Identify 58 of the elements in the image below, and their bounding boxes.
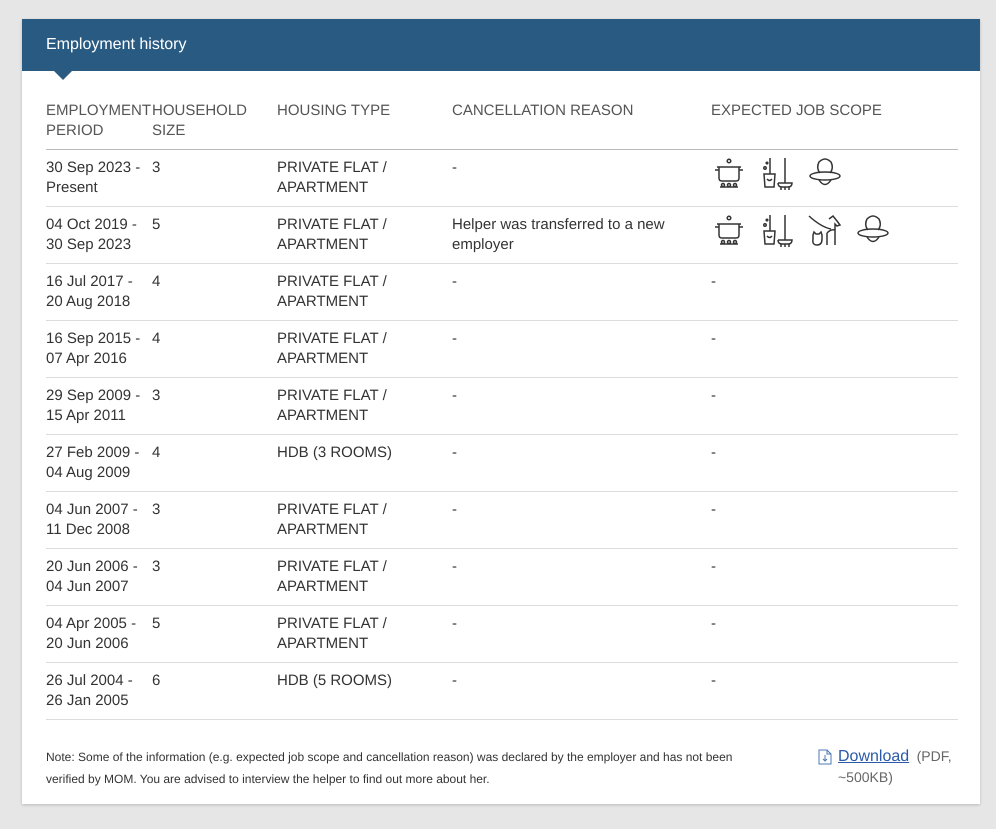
table-cell: - [452, 606, 711, 662]
download-text: Download (PDF, ~500KB) [838, 747, 953, 787]
table-cell: PRIVATE FLAT / APARTMENT [277, 320, 452, 378]
table-cell: 04 Jun 2007 - 11 Dec 2008 [46, 492, 152, 548]
table-cell: - [711, 662, 958, 720]
table-cell: - [452, 492, 711, 548]
table-cell: 4 [152, 264, 277, 320]
table-cell: PRIVATE FLAT / APARTMENT [277, 206, 452, 264]
column-header: HOUSEHOLD SIZE [152, 99, 277, 150]
table-cell: - [452, 662, 711, 720]
table-cell: - [711, 320, 958, 378]
table-cell: - [452, 150, 711, 206]
table-cell: PRIVATE FLAT / APARTMENT [277, 492, 452, 548]
table-cell: 16 Jul 2017 - 20 Aug 2018 [46, 264, 152, 320]
table-cell: 3 [152, 150, 277, 206]
disclaimer-note: Note: Some of the information (e.g. expected job scope and cancellation reason) was declared by the employer and has not been verified by MOM. You are advised to interview the helper to find out more about her. [46, 749, 734, 788]
table-cell: HDB (5 ROOMS) [277, 662, 452, 720]
column-header: CANCELLATION REASON [452, 99, 711, 150]
table-cell: - [452, 378, 711, 434]
table-cell: - [452, 320, 711, 378]
column-header: EMPLOYMENT PERIOD [46, 99, 152, 150]
table-cell: - [452, 264, 711, 320]
table-cell: PRIVATE FLAT / APARTMENT [277, 264, 452, 320]
table-cell: 3 [152, 492, 277, 548]
table-cell: 5 [152, 206, 277, 264]
table-cell: - [711, 492, 958, 548]
table-cell: 4 [152, 320, 277, 378]
table-cell: 20 Jun 2006 - 04 Jun 2007 [46, 548, 152, 606]
panel-title: Employment history [46, 36, 186, 54]
table-cell: 27 Feb 2009 - 04 Aug 2009 [46, 434, 152, 492]
download-link[interactable]: Download [838, 748, 910, 765]
table-cell: HDB (3 ROOMS) [277, 434, 452, 492]
table-cell: - [711, 434, 958, 492]
table-cell: 16 Sep 2015 - 07 Apr 2016 [46, 320, 152, 378]
table-cell: 04 Apr 2005 - 20 Jun 2006 [46, 606, 152, 662]
table-cell: 29 Sep 2009 - 15 Apr 2011 [46, 378, 152, 434]
table-cell: - [452, 548, 711, 606]
table-cell: - [452, 434, 711, 492]
table-cell: PRIVATE FLAT / APARTMENT [277, 548, 452, 606]
table-cell: Helper was transferred to a new employer [452, 206, 711, 264]
table-cell: PRIVATE FLAT / APARTMENT [277, 378, 452, 434]
table-cell: - [711, 378, 958, 434]
download-file-icon [818, 749, 832, 765]
table-cell: - [711, 606, 958, 662]
table-cell: - [711, 264, 958, 320]
table-cell: 3 [152, 378, 277, 434]
table-cell: 26 Jul 2004 - 26 Jan 2005 [46, 662, 152, 720]
table-cell: 30 Sep 2023 - Present [46, 150, 152, 206]
column-header: HOUSING TYPE [277, 99, 452, 150]
table-cell: - [711, 548, 958, 606]
table-cell: 3 [152, 548, 277, 606]
table-cell: 5 [152, 606, 277, 662]
table-cell: 4 [152, 434, 277, 492]
column-header: EXPECTED JOB SCOPE [711, 99, 958, 150]
table-cell: 04 Oct 2019 - 30 Sep 2023 [46, 206, 152, 264]
table-cell: 6 [152, 662, 277, 720]
table-cell: PRIVATE FLAT / APARTMENT [277, 150, 452, 206]
table-cell: PRIVATE FLAT / APARTMENT [277, 606, 452, 662]
